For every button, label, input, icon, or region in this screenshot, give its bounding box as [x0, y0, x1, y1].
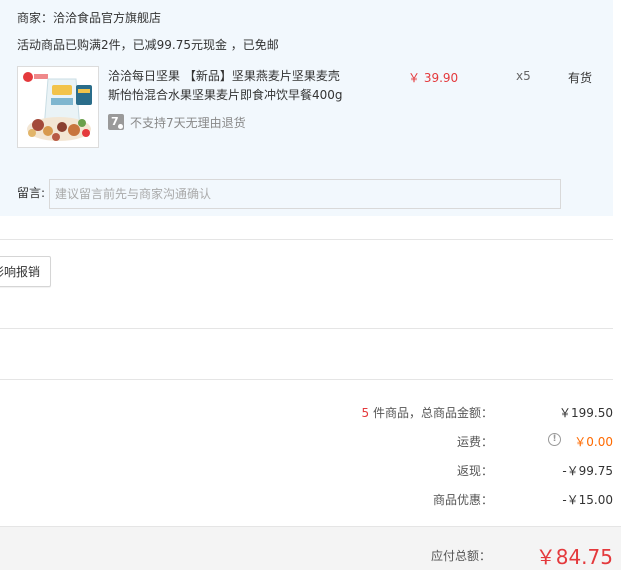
shipping-label: 运费： [456, 435, 493, 449]
discount-row: 商品优惠： -￥15.00 [313, 491, 613, 509]
merchant-name: 商家：洽洽食品官方旗舰店 [17, 11, 162, 25]
message-input[interactable] [49, 179, 561, 209]
goods-amount-value: ￥199.50 [559, 406, 613, 420]
total-label: 应付总额： [430, 549, 491, 563]
divider [0, 379, 613, 380]
info-icon[interactable]: ! [548, 433, 561, 446]
goods-amount-row: 5 件商品，总商品金额： ￥199.50 [313, 404, 613, 422]
message-label: 留言: [17, 186, 46, 200]
total-value: ￥84.75 [535, 545, 613, 569]
order-panel: 商家：洽洽食品官方旗舰店 活动商品已购满2件，已减99.75元现金 ，已免邮 洽… [0, 0, 613, 216]
product-image[interactable] [17, 66, 99, 148]
shipping-row: 运费： ! ￥0.00 [313, 433, 613, 451]
product-quantity: x5 [516, 69, 531, 83]
goods-amount-label: 件商品，总商品金额： [369, 406, 493, 420]
invoice-option-button[interactable]: 影响报销 [0, 256, 51, 287]
divider [0, 239, 613, 240]
stock-status: 有货 [568, 71, 593, 85]
no-return-icon: 7 [108, 114, 124, 130]
product-price: ￥ 39.90 [408, 71, 459, 85]
total-bar: 应付总额： ￥84.75 [0, 526, 621, 570]
divider [0, 328, 613, 329]
shipping-value: ￥0.00 [574, 435, 613, 449]
return-policy: 7 不支持7天无理由退货 [108, 113, 246, 131]
rebate-row: 返现： -￥99.75 [313, 462, 613, 480]
product-package-image [18, 67, 98, 147]
rebate-value: -￥99.75 [562, 464, 613, 478]
product-title[interactable]: 洽洽每日坚果 【新品】坚果燕麦片坚果麦壳斯怡怡混合水果坚果麦片即食冲饮早餐400… [108, 67, 348, 105]
promo-text: 活动商品已购满2件，已减99.75元现金 ，已免邮 [17, 38, 279, 52]
discount-value: -￥15.00 [562, 493, 613, 507]
return-policy-text: 不支持7天无理由退货 [130, 115, 246, 130]
discount-label: 商品优惠： [432, 493, 493, 507]
rebate-label: 返现： [456, 464, 493, 478]
